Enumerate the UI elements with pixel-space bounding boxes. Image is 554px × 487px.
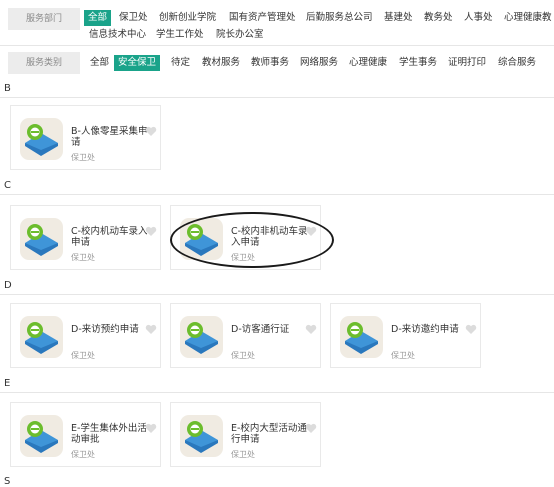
- section-letter-b: B: [4, 83, 11, 94]
- card-org: 保卫处: [231, 351, 255, 360]
- card-org: 保卫处: [231, 450, 255, 459]
- dept-item-construction[interactable]: 基建处: [384, 10, 413, 26]
- app-service-icon: [20, 316, 63, 358]
- cat-item-student-affairs[interactable]: 学生事务: [399, 55, 437, 71]
- cat-item-all[interactable]: 全部: [90, 55, 109, 71]
- department-filter-label: 服务部门: [8, 8, 80, 30]
- card-title: D-来访预约申请: [71, 324, 139, 335]
- cat-item-certificate-print[interactable]: 证明打印: [448, 55, 486, 71]
- cat-item-pending[interactable]: 待定: [171, 55, 190, 71]
- section-divider-c: [0, 194, 554, 195]
- dept-item-academic[interactable]: 教务处: [424, 10, 453, 26]
- section-letter-d: D: [4, 280, 12, 291]
- service-card[interactable]: D-来访预约申请 保卫处: [10, 303, 161, 368]
- cat-item-textbooks[interactable]: 教材服务: [202, 55, 240, 71]
- card-org: 保卫处: [71, 450, 95, 459]
- app-service-icon: [180, 415, 223, 457]
- card-title: E-校内大型活动通行申请: [231, 423, 307, 445]
- cat-item-teacher-affairs[interactable]: 教师事务: [251, 55, 289, 71]
- section-letter-e: E: [4, 378, 11, 389]
- heart-icon[interactable]: [145, 423, 157, 434]
- category-filter-label: 服务类别: [8, 52, 80, 74]
- card-org: 保卫处: [71, 153, 95, 162]
- heart-icon[interactable]: [305, 324, 317, 335]
- heart-icon[interactable]: [145, 126, 157, 137]
- annotation-ellipse: [170, 212, 334, 268]
- card-org: 保卫处: [71, 351, 95, 360]
- service-card[interactable]: D-访客通行证 保卫处: [170, 303, 321, 368]
- heart-icon[interactable]: [145, 324, 157, 335]
- heart-icon[interactable]: [465, 324, 477, 335]
- card-title: C-校内机动车录入申请: [71, 226, 148, 248]
- service-card[interactable]: E-学生集体外出活动审批 保卫处: [10, 402, 161, 467]
- dept-item-presidents-office[interactable]: 院长办公室: [216, 27, 264, 43]
- app-service-icon: [180, 316, 223, 358]
- dept-item-all[interactable]: 全部: [84, 10, 112, 26]
- card-org: 保卫处: [71, 253, 95, 262]
- cat-item-mental-health[interactable]: 心理健康: [349, 55, 387, 71]
- dept-item-student-affairs[interactable]: 学生工作处: [156, 27, 204, 43]
- section-letter-s: S: [4, 476, 11, 487]
- cat-item-security[interactable]: 安全保卫: [114, 55, 161, 71]
- dept-item-innovation[interactable]: 创新创业学院: [159, 10, 216, 26]
- service-card[interactable]: C-校内机动车录入申请 保卫处: [10, 205, 161, 270]
- section-divider-e: [0, 392, 554, 393]
- card-title: D-来访邀约申请: [391, 324, 459, 335]
- dept-item-assets[interactable]: 国有资产管理处: [229, 10, 296, 26]
- section-divider-d: [0, 294, 554, 295]
- section-letter-c: C: [4, 180, 11, 191]
- cat-item-network[interactable]: 网络服务: [300, 55, 338, 71]
- app-service-icon: [340, 316, 383, 358]
- cat-item-general[interactable]: 综合服务: [498, 55, 536, 71]
- service-card[interactable]: D-来访邀约申请 保卫处: [330, 303, 481, 368]
- dept-item-it-center[interactable]: 信息技术中心: [89, 27, 146, 43]
- app-service-icon: [20, 118, 63, 160]
- card-title: B-人像零星采集申请: [71, 126, 148, 148]
- card-title: E-学生集体外出活动审批: [71, 423, 147, 445]
- filter-divider-1: [0, 45, 554, 46]
- service-card[interactable]: E-校内大型活动通行申请 保卫处: [170, 402, 321, 467]
- section-divider-b: [0, 97, 554, 98]
- card-org: 保卫处: [391, 351, 415, 360]
- dept-item-mental-health[interactable]: 心理健康教: [504, 10, 552, 26]
- heart-icon[interactable]: [145, 226, 157, 237]
- app-service-icon: [20, 415, 63, 457]
- dept-item-hr[interactable]: 人事处: [464, 10, 493, 26]
- dept-item-security[interactable]: 保卫处: [119, 10, 148, 26]
- dept-item-logistics[interactable]: 后勤服务总公司: [306, 10, 373, 26]
- heart-icon[interactable]: [305, 423, 317, 434]
- card-title: D-访客通行证: [231, 324, 290, 335]
- app-service-icon: [20, 218, 63, 260]
- service-card[interactable]: B-人像零星采集申请 保卫处: [10, 105, 161, 170]
